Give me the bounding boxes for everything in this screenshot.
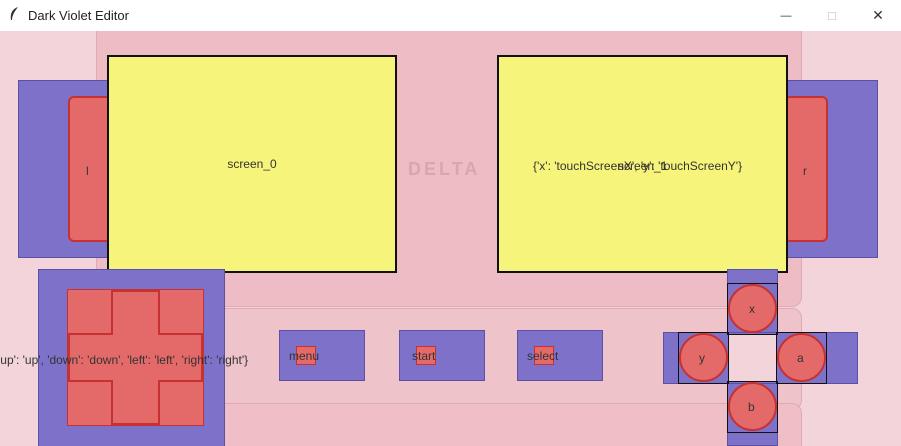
window-title: Dark Violet Editor [28,8,129,23]
maximize-button[interactable]: □ [809,0,855,31]
l-button-label: l [86,164,89,178]
b-button-label: b [748,400,755,414]
y-button-label: y [699,351,705,365]
editor-canvas[interactable]: DELTA l r screen_0 {'x': 'touchScreenX',… [0,31,901,446]
close-icon: ✕ [872,7,884,23]
screen-1-label: screen_1 [618,159,668,173]
screen-1[interactable]: {'x': 'touchScreenX', 'y': 'touchScreenY… [497,55,788,273]
close-button[interactable]: ✕ [855,0,901,31]
r-button-label: r [803,164,807,178]
maximize-icon: □ [828,8,836,23]
screen-0[interactable]: screen_0 [107,55,397,273]
face-center-gap [729,334,776,382]
feather-icon [10,7,18,20]
dpad-mapping-label: {'up': 'up', 'down': 'down', 'left': 'le… [0,353,249,367]
minimize-button[interactable]: — [763,0,809,31]
screen-0-label: screen_0 [227,157,277,171]
x-button-label: x [749,302,755,316]
l-button[interactable] [68,96,112,242]
minimize-icon: — [780,9,792,22]
select-button-label: select [527,349,559,363]
start-button-label: start [412,349,436,363]
a-button-label: a [797,351,804,365]
title-bar: Dark Violet Editor — □ ✕ [0,0,901,31]
delta-logo: DELTA [408,159,481,179]
menu-button-label: menu [289,349,320,363]
